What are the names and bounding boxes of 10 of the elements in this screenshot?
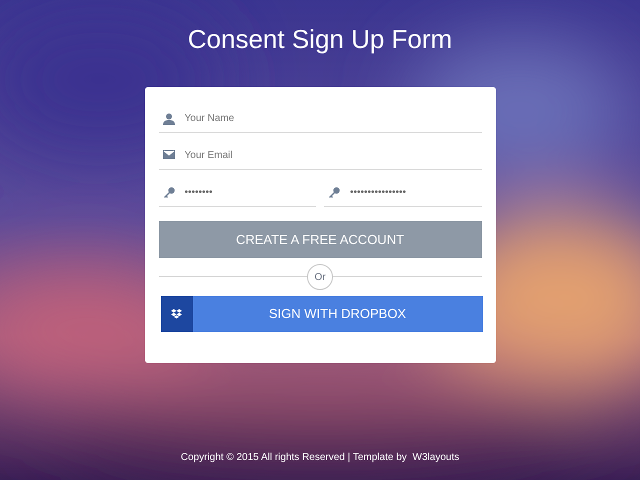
dropbox-button[interactable]: SIGN WITH DROPBOX: [160, 296, 482, 332]
envelope-icon: [162, 150, 174, 159]
create-account-button[interactable]: CREATE A FREE ACCOUNT: [158, 221, 482, 258]
person-icon: [162, 113, 174, 125]
dropbox-icon: [171, 309, 182, 319]
key-icon: [328, 187, 340, 199]
copyright-text: Copyright © 2015 All rights Reserved | Template by W3layouts: [180, 451, 460, 465]
w3layouts-link[interactable]: W3layouts: [412, 452, 460, 463]
key-icon: [162, 187, 174, 199]
page-title: Consent Sign Up Form: [188, 23, 452, 56]
